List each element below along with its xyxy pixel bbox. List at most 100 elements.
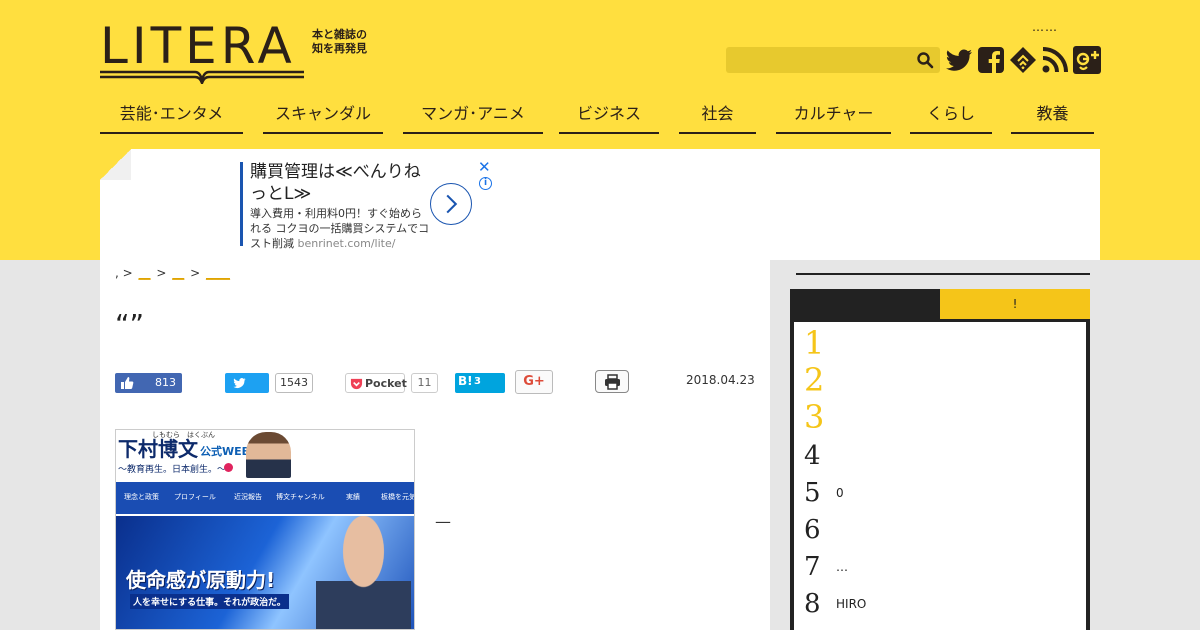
heart-icon (224, 463, 233, 472)
ranking-tab-b[interactable]: ! (940, 289, 1090, 319)
image-site-menu: 理念と政策 プロフィール 近況報告 博文チャンネル 実績 板橋を元気 (116, 482, 415, 514)
ranking-item[interactable]: 8 HIRO (794, 587, 1086, 624)
ranking-item[interactable]: 7 … (794, 550, 1086, 587)
nav-item-culture[interactable]: カルチャー (776, 100, 891, 134)
pocket-button[interactable]: Pocket (345, 373, 407, 393)
image-hero: 使命感が原動力! 人を幸せにする仕事。それが政治だ。 (116, 516, 414, 629)
logo-tagline: 本と雑誌の知を再発見 (312, 28, 367, 55)
search-icon[interactable] (916, 51, 934, 69)
ad-banner[interactable]: 購買管理は≪べんりねっとL≫ 導入費用・利用料0円！すぐ始められる コクヨの一括… (100, 149, 1100, 260)
chevron-right-icon[interactable] (430, 183, 472, 225)
pocket-icon (350, 378, 363, 390)
image-menu-item: 近況報告 (234, 493, 262, 501)
rank-number: 6 (804, 515, 821, 545)
logo-text: LITERA (100, 17, 296, 75)
breadcrumb-separator: > (156, 266, 167, 280)
nav-item-entertainment[interactable]: 芸能･エンタメ (100, 100, 243, 134)
article-title: “” (115, 308, 145, 341)
image-menu-item: 理念と政策 (124, 493, 159, 501)
image-name: 下村博文 (118, 437, 198, 461)
image-badge: 公式WEB (200, 445, 251, 458)
facebook-icon[interactable] (976, 45, 1006, 75)
rank-number: 1 (804, 324, 825, 362)
image-menu-item: プロフィール (174, 493, 216, 501)
ad-url[interactable]: benrinet.com/lite/ (298, 237, 396, 250)
sidebar-divider (796, 273, 1090, 275)
google-plus-share-button[interactable]: G+ (515, 370, 553, 394)
ad-folded-corner (100, 149, 131, 180)
nav-item-scandal[interactable]: スキャンダル (263, 100, 383, 134)
ad-description: 導入費用・利用料0円！すぐ始められる コクヨの一括購買システムでコスト削減 be… (250, 206, 430, 251)
nav-item-education[interactable]: 教養 (1011, 100, 1094, 134)
search-box (726, 47, 940, 73)
ranking-item[interactable]: 4 (794, 439, 1086, 476)
rss-icon[interactable] (1040, 45, 1070, 75)
image-subline: 人を幸せにする仕事。それが政治だ。 (130, 594, 289, 609)
image-slogan: 〜教育再生。日本創生。〜 (118, 465, 227, 475)
ranking-item[interactable]: 2 (794, 363, 1086, 400)
twitter-bird-icon (233, 378, 246, 389)
header-top-link[interactable]: …… (1032, 20, 1058, 34)
rank-number: 4 (804, 441, 821, 471)
publish-date: 2018.04.23 (686, 373, 755, 387)
rank-number: 5 (804, 478, 821, 508)
ad-accent-bar (240, 162, 243, 246)
article-body: — (435, 512, 451, 531)
breadcrumb-prefix: , (115, 266, 119, 280)
ranking-item[interactable]: 1 (794, 326, 1086, 363)
twitter-icon[interactable] (944, 45, 974, 75)
ad-info-icon[interactable]: i (479, 177, 492, 190)
ad-close-icon[interactable]: ✕ (478, 159, 491, 175)
portrait-small (246, 432, 291, 478)
breadcrumb-link[interactable]: __ (172, 266, 184, 280)
rank-number: 8 (804, 589, 821, 619)
hatena-label: B! (458, 374, 473, 388)
nav-item-society[interactable]: 社会 (679, 100, 756, 134)
pocket-label: Pocket (365, 377, 407, 390)
ranking-tab-a[interactable] (790, 289, 940, 319)
breadcrumb: , > __ > __ > ____ (115, 266, 232, 280)
google-plus-icon[interactable] (1072, 45, 1102, 75)
ranking-item[interactable]: 3 (794, 400, 1086, 437)
breadcrumb-link[interactable]: __ (139, 266, 151, 280)
ranking-item[interactable]: 5 0 (794, 476, 1086, 513)
rank-title: HIRO (836, 597, 867, 611)
article-image[interactable]: しもむら はくぶん 下村博文 公式WEB 〜教育再生。日本創生。〜 理念と政策 … (115, 429, 415, 630)
nav-item-life[interactable]: くらし (910, 100, 992, 134)
site-logo[interactable]: LITERA 本と雑誌の知を再発見 (100, 18, 380, 88)
print-button[interactable] (595, 370, 629, 393)
search-input[interactable] (726, 47, 912, 73)
rank-number: 7 (804, 552, 821, 582)
breadcrumb-link[interactable]: ____ (206, 266, 230, 280)
rank-title: 0 (836, 486, 844, 500)
rank-title: … (836, 560, 848, 574)
hatena-bookmark-button[interactable]: B! 3 (455, 373, 505, 393)
image-menu-item: 板橋を元気 (381, 493, 415, 501)
facebook-like-count: 813 (155, 376, 176, 389)
article-container: , > __ > __ > ____ “” 813 1543 Pocket 11… (100, 260, 770, 630)
nav-item-manga-anime[interactable]: マンガ･アニメ (403, 100, 543, 134)
image-site-header: しもむら はくぶん 下村博文 公式WEB 〜教育再生。日本創生。〜 (116, 430, 414, 482)
ranking-item[interactable]: 6 (794, 513, 1086, 550)
feedly-icon[interactable] (1008, 45, 1038, 75)
hatena-count: 3 (474, 376, 481, 387)
rank-number: 2 (804, 361, 825, 399)
printer-icon (605, 374, 620, 390)
ad-title[interactable]: 購買管理は≪べんりねっとL≫ (250, 161, 430, 205)
portrait-large (316, 516, 411, 629)
image-headline: 使命感が原動力! (126, 568, 276, 592)
twitter-share-count: 1543 (275, 373, 313, 393)
image-menu-item: 博文チャンネル (276, 493, 325, 501)
rank-number: 3 (804, 398, 825, 436)
book-icon (100, 70, 304, 84)
ranking-list: 1 2 3 4 5 0 6 7 … 8 HIRO (794, 322, 1086, 630)
ranking-widget: ! 1 2 3 4 5 0 6 7 … 8 HIRO (790, 289, 1090, 630)
twitter-share-button[interactable] (225, 373, 269, 393)
thumbs-up-icon (121, 377, 134, 389)
breadcrumb-separator: > (122, 266, 133, 280)
image-menu-item: 実績 (346, 493, 360, 501)
pocket-count: 11 (411, 373, 438, 393)
facebook-like-button[interactable]: 813 (115, 373, 182, 393)
breadcrumb-separator: > (190, 266, 201, 280)
nav-item-business[interactable]: ビジネス (559, 100, 659, 134)
